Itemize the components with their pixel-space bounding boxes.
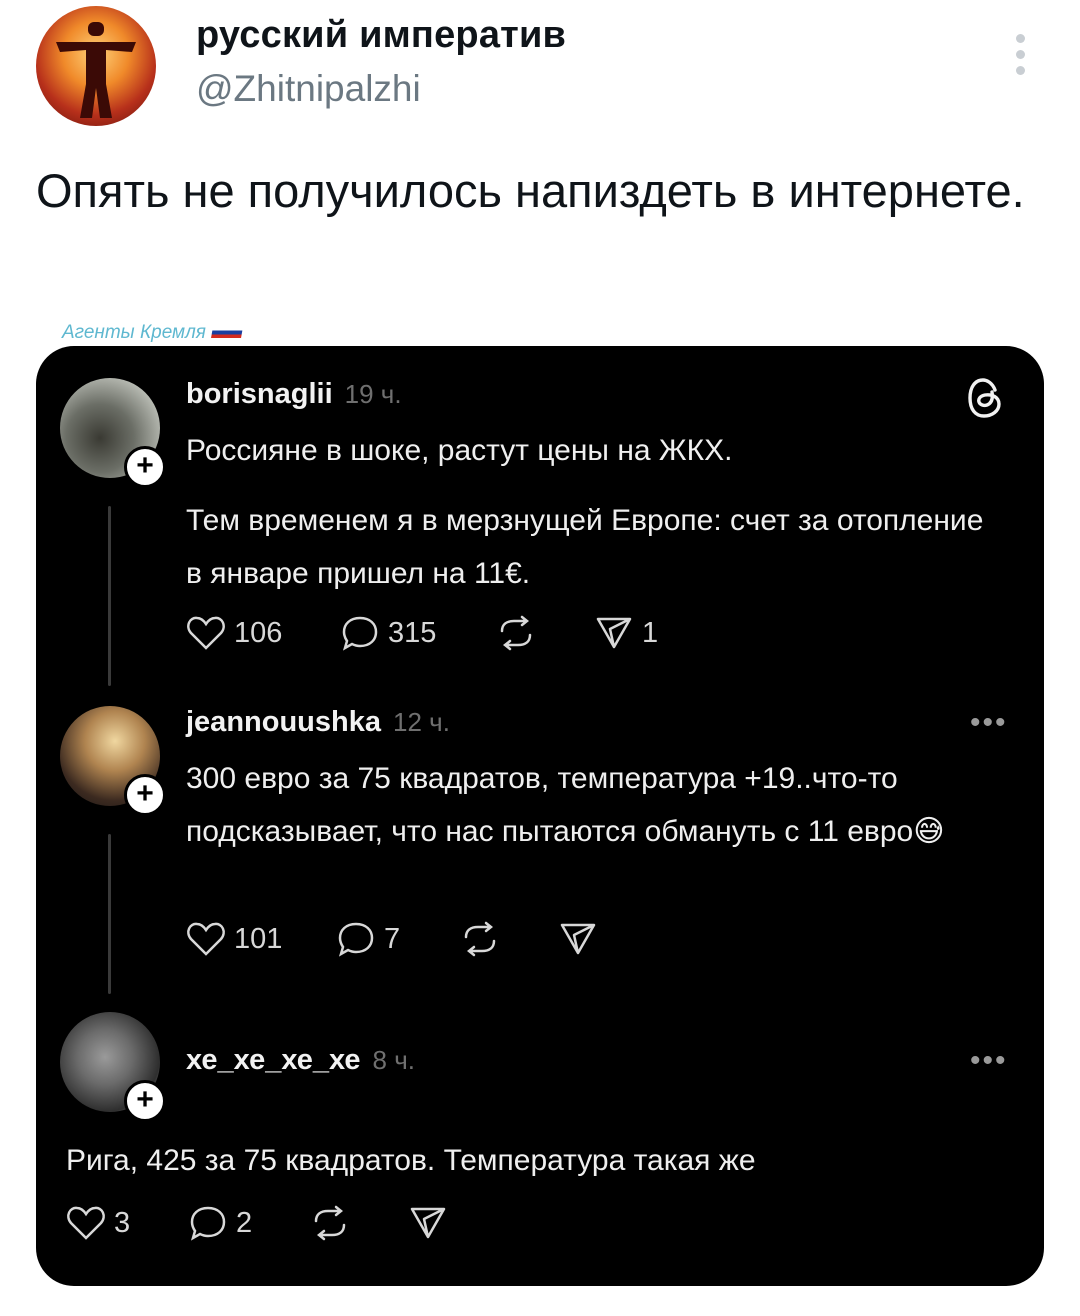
send-icon — [410, 1207, 446, 1239]
follow-plus-icon[interactable]: + — [124, 774, 166, 816]
repost-icon — [500, 615, 532, 651]
reply-count: 315 — [388, 616, 437, 649]
send-icon — [596, 617, 632, 649]
author-handle[interactable]: @Zhitnipalzhi — [196, 68, 421, 110]
send-icon — [560, 923, 596, 955]
comment-icon — [190, 1206, 226, 1241]
tweet-text: Опять не получилось напиздеть в интернет… — [36, 164, 1025, 217]
username[interactable]: хе_хе_хе_хе — [186, 1044, 361, 1077]
like-button[interactable]: 101 — [186, 921, 336, 957]
like-button[interactable]: 3 — [66, 1205, 188, 1241]
thread-line — [108, 506, 111, 686]
share-button[interactable] — [558, 921, 598, 957]
heart-icon — [187, 922, 225, 956]
repost-button[interactable] — [460, 921, 558, 957]
post-text: Россияне в шоке, растут цены на ЖКХ. — [186, 434, 733, 467]
post-time: 8 ч. — [372, 1045, 415, 1075]
reply-button[interactable]: 315 — [340, 614, 496, 652]
like-count: 101 — [234, 922, 283, 955]
follow-plus-icon[interactable]: + — [124, 446, 166, 488]
reply-button[interactable]: 7 — [336, 920, 460, 958]
post-text: 300 евро за 75 квадратов, температура +1… — [186, 752, 1006, 858]
username[interactable]: borisnaglii — [186, 378, 333, 411]
comment-icon — [338, 922, 374, 957]
like-button[interactable]: 106 — [186, 615, 340, 651]
embedded-image[interactable]: + borisnaglii 19 ч. Россияне в шоке, рас… — [36, 346, 1044, 1286]
post-text: Рига, 425 за 75 квадратов. Температура т… — [66, 1144, 756, 1177]
sweat-smile-icon: 😅 — [913, 815, 945, 848]
more-icon[interactable]: ••• — [970, 1044, 1008, 1078]
threads-logo-icon — [966, 376, 1006, 425]
username[interactable]: jeannouushka — [186, 706, 381, 739]
watermark: Агенты Кремля — [62, 322, 243, 344]
share-button[interactable]: 1 — [594, 615, 658, 651]
follow-plus-icon[interactable]: + — [124, 1080, 166, 1122]
share-count: 1 — [642, 616, 659, 649]
author-name[interactable]: русский императив — [196, 14, 566, 57]
like-count: 106 — [234, 616, 283, 649]
post-time: 12 ч. — [393, 707, 450, 737]
author-avatar[interactable] — [36, 6, 156, 126]
repost-icon — [464, 921, 496, 957]
thread-line — [108, 834, 111, 994]
watermark-text: Агенты Кремля — [62, 322, 206, 343]
repost-button[interactable] — [310, 1205, 408, 1241]
heart-icon — [67, 1206, 105, 1240]
post-text-content: 300 евро за 75 квадратов, температура +1… — [186, 762, 914, 848]
post-time: 19 ч. — [344, 379, 402, 409]
comment-icon — [342, 616, 378, 651]
flag-icon — [210, 327, 243, 339]
reply-count: 7 — [384, 922, 401, 955]
like-count: 3 — [114, 1206, 131, 1239]
repost-button[interactable] — [496, 615, 594, 651]
more-options-icon[interactable] — [1008, 34, 1032, 78]
reply-count: 2 — [236, 1206, 253, 1239]
more-icon[interactable]: ••• — [970, 706, 1008, 740]
reply-button[interactable]: 2 — [188, 1204, 310, 1242]
repost-icon — [314, 1205, 346, 1241]
post-text: Тем временем я в мерзнущей Европе: счет … — [186, 504, 984, 590]
heart-icon — [187, 616, 225, 650]
share-button[interactable] — [408, 1205, 448, 1241]
